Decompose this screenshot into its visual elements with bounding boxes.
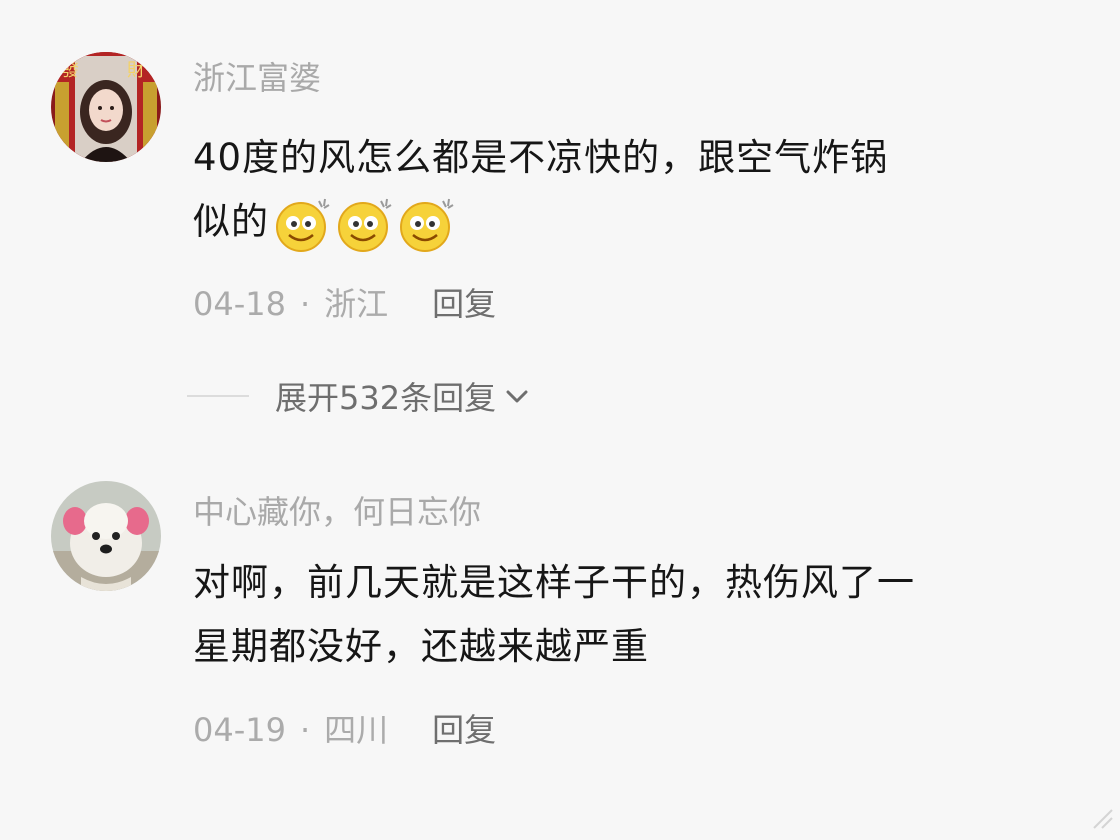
- expand-replies-label: 展开532条回复: [275, 379, 497, 417]
- comment-location: 浙江: [324, 285, 389, 323]
- dizzy-smile-emoji: [400, 198, 454, 252]
- comment-text-segment: 似的: [193, 200, 269, 243]
- reply-button[interactable]: 回复: [432, 285, 496, 323]
- username[interactable]: 中心藏你，何日忘你: [193, 492, 481, 532]
- divider-line: [187, 395, 249, 397]
- comment-text-line: 40度的风怎么都是不凉快的，跟空气炸锅: [193, 136, 889, 179]
- comment-text-line-2: 似的: [193, 190, 1073, 256]
- username[interactable]: 浙江富婆: [193, 58, 321, 98]
- avatar-char: 財: [127, 60, 145, 81]
- chevron-down-icon: [506, 390, 528, 403]
- dizzy-smile-emoji: [338, 198, 392, 252]
- expand-replies-button[interactable]: 展开532条回复: [187, 376, 530, 417]
- avatar-char: 發: [61, 60, 79, 81]
- comment-text-line: 对啊，前几天就是这样子干的，热伤风了一: [193, 561, 915, 604]
- user-avatar[interactable]: [51, 481, 161, 591]
- emoji-row: [273, 192, 459, 256]
- meta-separator: ·: [299, 711, 311, 749]
- comment-text-line-2: 星期都没好，还越来越严重: [193, 625, 649, 668]
- comment-location: 四川: [324, 711, 389, 749]
- comment-text: 对啊，前几天就是这样子干的，热伤风了一 星期都没好，还越来越严重: [193, 551, 1073, 679]
- corner-handle-icon: [1093, 809, 1113, 829]
- comment-meta: 04-18 · 浙江 回复: [193, 284, 496, 324]
- comment-text: 40度的风怎么都是不凉快的，跟空气炸锅 似的: [193, 126, 1073, 256]
- comment-date: 04-19: [193, 711, 286, 749]
- comment-meta: 04-19 · 四川 回复: [193, 710, 496, 750]
- meta-separator: ·: [299, 285, 311, 323]
- user-avatar[interactable]: 發 財: [51, 52, 161, 162]
- reply-button[interactable]: 回复: [432, 711, 496, 749]
- comment-date: 04-18: [193, 285, 286, 323]
- dizzy-smile-emoji: [276, 198, 330, 252]
